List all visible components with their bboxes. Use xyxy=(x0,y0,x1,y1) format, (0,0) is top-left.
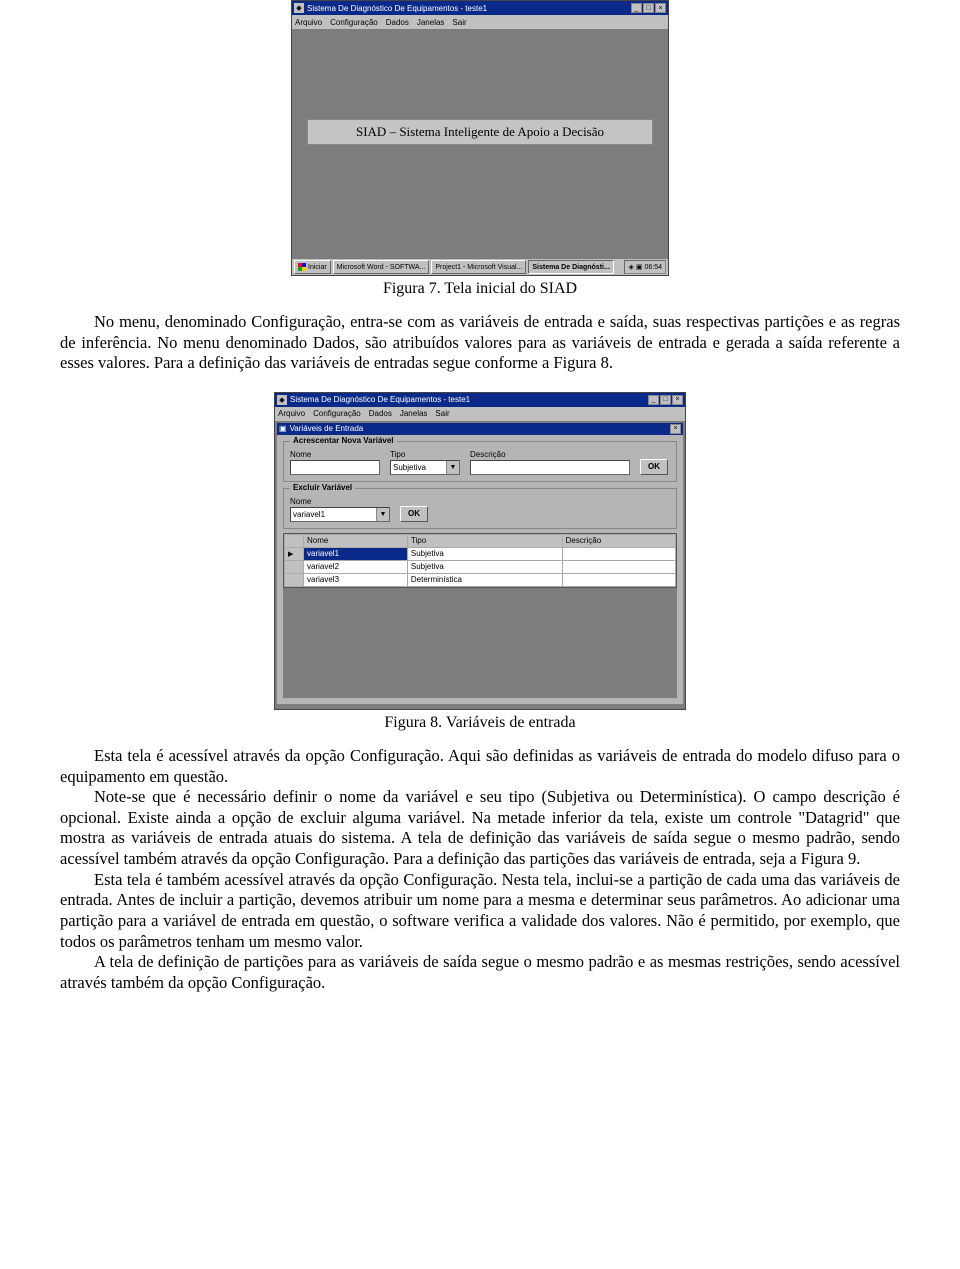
excluir-nome-value: variavel1 xyxy=(291,508,376,521)
group-acrescentar: Acrescentar Nova Variável Nome Tipo Subj… xyxy=(283,441,677,482)
window-title: Sistema De Diagnóstico De Equipamentos -… xyxy=(307,4,631,13)
group-legend: Acrescentar Nova Variável xyxy=(290,436,397,445)
label-nome: Nome xyxy=(290,450,380,459)
chevron-down-icon[interactable]: ▼ xyxy=(376,508,389,521)
system-tray: ◈ ▣ 06:54 xyxy=(624,260,666,274)
chevron-down-icon[interactable]: ▼ xyxy=(446,461,459,474)
menu-item-dados[interactable]: Dados xyxy=(386,18,409,27)
window-title: Sistema De Diagnóstico De Equipamentos -… xyxy=(290,395,648,404)
siad-banner: SIAD – Sistema Inteligente de Apoio a De… xyxy=(307,119,653,145)
group-excluir: Excluir Variável Nome variavel1 ▼ OK xyxy=(283,488,677,529)
start-label: Iniciar xyxy=(308,264,327,271)
clock: 06:54 xyxy=(644,264,662,271)
ok-button[interactable]: OK xyxy=(640,459,668,475)
ok-button[interactable]: OK xyxy=(400,506,428,522)
menu-item-configuracao[interactable]: Configuração xyxy=(313,409,361,418)
menu-item-arquivo[interactable]: Arquivo xyxy=(278,409,305,418)
menubar: Arquivo Configuração Dados Janelas Sair xyxy=(292,15,668,29)
inner-title-icon: ▣ xyxy=(279,424,287,433)
minimize-icon[interactable]: _ xyxy=(631,3,642,13)
cell-nome[interactable]: variavel1 xyxy=(304,547,408,560)
row-indicator xyxy=(285,573,304,586)
menu-item-janelas[interactable]: Janelas xyxy=(417,18,445,27)
close-icon[interactable]: × xyxy=(655,3,666,13)
nome-input[interactable] xyxy=(290,460,380,475)
figure-8-screenshot: ◆ Sistema De Diagnóstico De Equipamentos… xyxy=(274,392,686,710)
cell-tipo[interactable]: Subjetiva xyxy=(407,547,562,560)
cell-desc[interactable] xyxy=(562,560,675,573)
start-button[interactable]: Iniciar xyxy=(294,260,331,274)
paragraph: Esta tela é também acessível através da … xyxy=(60,870,900,953)
grid-corner xyxy=(285,534,304,547)
label-descricao: Descrição xyxy=(470,450,630,459)
figure-7-screenshot: ◆ Sistema De Diagnóstico De Equipamentos… xyxy=(291,0,669,276)
cell-desc[interactable] xyxy=(562,547,675,560)
cell-nome[interactable]: variavel2 xyxy=(304,560,408,573)
cell-tipo[interactable]: Subjetiva xyxy=(407,560,562,573)
menu-item-sair[interactable]: Sair xyxy=(435,409,449,418)
cell-nome[interactable]: variavel3 xyxy=(304,573,408,586)
close-icon[interactable]: × xyxy=(672,395,683,405)
paragraph: Esta tela é acessível através da opção C… xyxy=(60,746,900,787)
grid-header-descricao[interactable]: Descrição xyxy=(562,534,675,547)
window-titlebar: ◆ Sistema De Diagnóstico De Equipamentos… xyxy=(275,393,685,407)
menu-item-janelas[interactable]: Janelas xyxy=(400,409,428,418)
descricao-input[interactable] xyxy=(470,460,630,475)
menu-item-dados[interactable]: Dados xyxy=(369,409,392,418)
tray-icon: ◈ xyxy=(628,263,633,271)
table-row[interactable]: variavel2 Subjetiva xyxy=(285,560,676,573)
excluir-nome-select[interactable]: variavel1 ▼ xyxy=(290,507,390,522)
maximize-icon[interactable]: □ xyxy=(660,395,671,405)
cell-tipo[interactable]: Determinística xyxy=(407,573,562,586)
taskbar: Iniciar Microsoft Word - SOFTWA... Proje… xyxy=(292,259,668,275)
table-row[interactable]: variavel1 Subjetiva xyxy=(285,547,676,560)
minimize-icon[interactable]: _ xyxy=(648,395,659,405)
paragraph: A tela de definição de partições para as… xyxy=(60,952,900,993)
paragraph: No menu, denominado Configuração, entra-… xyxy=(60,312,900,374)
windows-flag-icon xyxy=(298,263,306,271)
tray-icon: ▣ xyxy=(636,263,643,271)
grid-header-nome[interactable]: Nome xyxy=(304,534,408,547)
label-nome: Nome xyxy=(290,497,390,506)
datagrid-variaveis[interactable]: Nome Tipo Descrição variavel1 Subjetiva xyxy=(283,533,677,588)
inner-window-variaveis: ▣ Variáveis de Entrada × Acrescentar Nov… xyxy=(277,423,683,704)
app-icon: ◆ xyxy=(294,3,304,13)
taskbar-item[interactable]: Microsoft Word - SOFTWA... xyxy=(333,260,430,274)
inner-title-text: Variáveis de Entrada xyxy=(290,424,364,433)
menu-item-configuracao[interactable]: Configuração xyxy=(330,18,378,27)
maximize-icon[interactable]: □ xyxy=(643,3,654,13)
row-indicator xyxy=(285,560,304,573)
app-icon: ◆ xyxy=(277,395,287,405)
tipo-select[interactable]: Subjetiva ▼ xyxy=(390,460,460,475)
menu-item-arquivo[interactable]: Arquivo xyxy=(295,18,322,27)
taskbar-item[interactable]: Project1 - Microsoft Visual... xyxy=(431,260,526,274)
row-indicator-icon xyxy=(285,547,304,560)
grid-header-tipo[interactable]: Tipo xyxy=(407,534,562,547)
tipo-value: Subjetiva xyxy=(391,461,446,474)
label-tipo: Tipo xyxy=(390,450,460,459)
group-legend: Excluir Variável xyxy=(290,483,355,492)
table-row[interactable]: variavel3 Determinística xyxy=(285,573,676,586)
cell-desc[interactable] xyxy=(562,573,675,586)
figure-8-caption: Figura 8. Variáveis de entrada xyxy=(60,714,900,732)
figure-7-caption: Figura 7. Tela inicial do SIAD xyxy=(60,280,900,298)
grid-empty-area xyxy=(283,588,677,698)
paragraph: Note-se que é necessário definir o nome … xyxy=(60,787,900,870)
window-titlebar: ◆ Sistema De Diagnóstico De Equipamentos… xyxy=(292,1,668,15)
inner-window-title: ▣ Variáveis de Entrada × xyxy=(277,423,683,435)
close-icon[interactable]: × xyxy=(670,424,681,434)
menubar: Arquivo Configuração Dados Janelas Sair xyxy=(275,407,685,421)
menu-item-sair[interactable]: Sair xyxy=(452,18,466,27)
taskbar-item-active[interactable]: Sistema De Diagnósti... xyxy=(528,260,613,274)
